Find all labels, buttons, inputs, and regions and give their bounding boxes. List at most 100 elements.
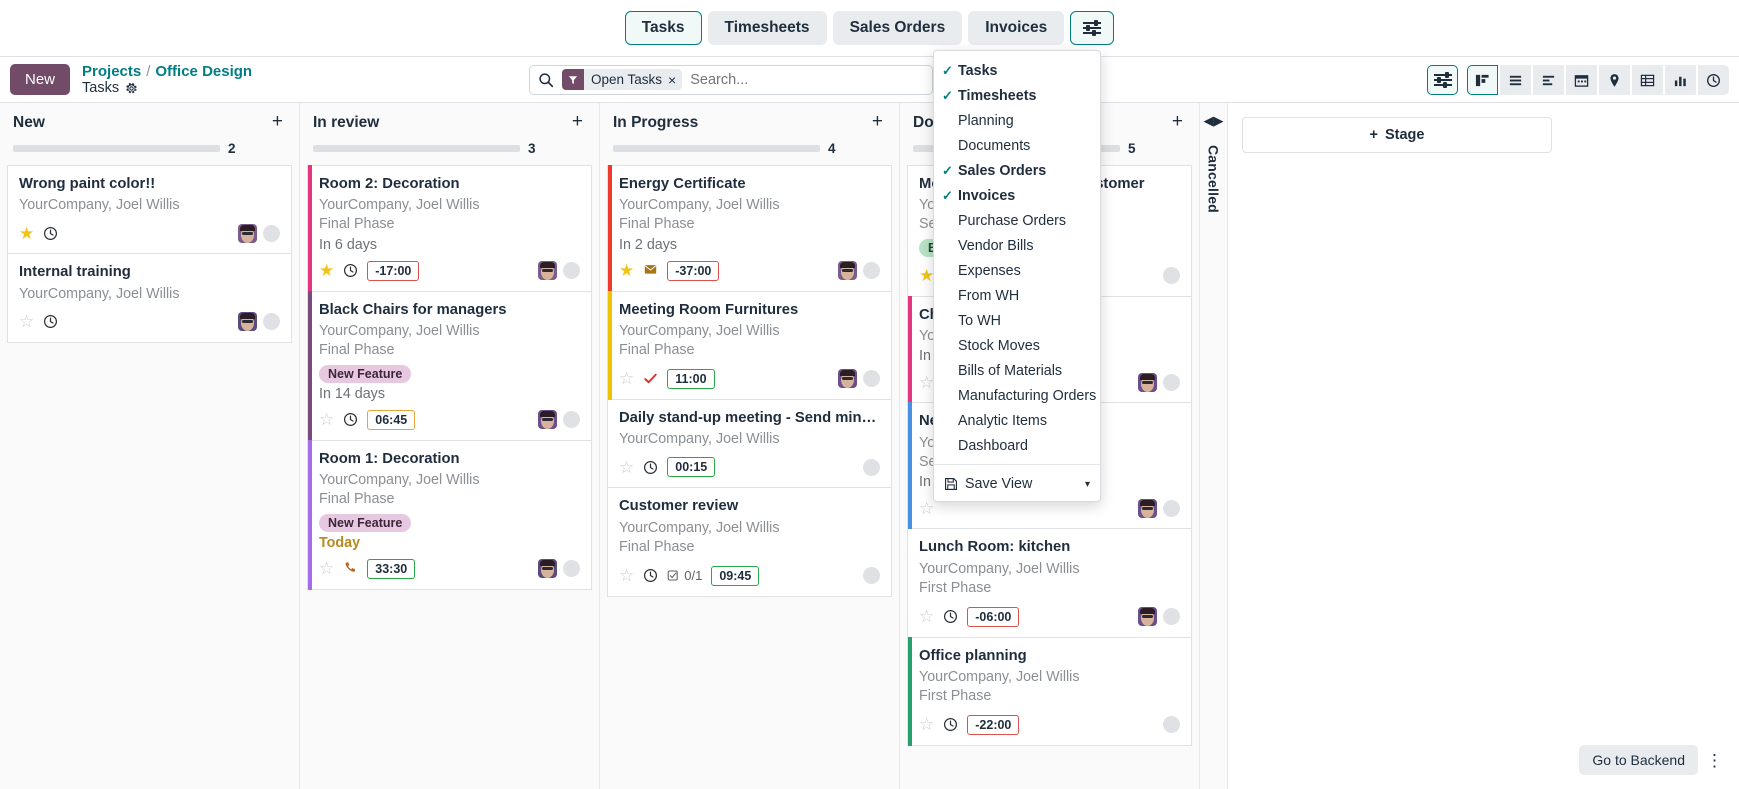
clock-icon[interactable] (943, 609, 958, 624)
avatar[interactable] (538, 559, 557, 578)
breadcrumb-projects-link[interactable]: Projects (82, 63, 141, 80)
unfold-icon[interactable]: ◀▶ (1204, 113, 1224, 129)
avatar[interactable] (1138, 499, 1157, 518)
clock-icon[interactable] (43, 314, 58, 329)
dropdown-item-vendor-bills[interactable]: Vendor Bills (934, 233, 1100, 258)
clock-icon[interactable] (643, 568, 658, 583)
view-pivot-button[interactable] (1632, 65, 1663, 95)
activity-status-icon[interactable] (1163, 500, 1180, 517)
dropdown-item-documents[interactable]: Documents (934, 133, 1100, 158)
activity-status-icon[interactable] (863, 459, 880, 476)
add-card-button[interactable]: + (572, 112, 583, 131)
clock-icon[interactable] (343, 263, 358, 278)
add-stage-button[interactable]: + Stage (1242, 117, 1552, 153)
activity-status-icon[interactable] (563, 262, 580, 279)
breadcrumb-current[interactable]: Office Design (155, 63, 252, 80)
avatar[interactable] (238, 224, 257, 243)
time-chip[interactable]: 09:45 (711, 566, 759, 586)
clock-icon[interactable] (643, 460, 658, 475)
time-chip[interactable]: -22:00 (967, 715, 1019, 735)
star-icon[interactable]: ★ (619, 262, 634, 279)
avatar[interactable] (838, 369, 857, 388)
avatar[interactable] (1138, 607, 1157, 626)
time-chip[interactable]: 11:00 (667, 369, 714, 389)
dropdown-item-stock-moves[interactable]: Stock Moves (934, 333, 1100, 358)
clock-icon[interactable] (943, 717, 958, 732)
dropdown-item-manufacturing-orders[interactable]: Manufacturing Orders (934, 383, 1100, 408)
view-calendar-button[interactable] (1566, 65, 1597, 95)
kanban-card[interactable]: Black Chairs for managers YourCompany, J… (307, 292, 592, 441)
kanban-card[interactable]: Office planning YourCompany, Joel Willis… (907, 638, 1192, 746)
star-icon[interactable]: ☆ (919, 500, 934, 517)
activity-status-icon[interactable] (1163, 608, 1180, 625)
close-icon[interactable]: × (667, 72, 682, 88)
dropdown-item-analytic-items[interactable]: Analytic Items (934, 408, 1100, 433)
activity-status-icon[interactable] (563, 411, 580, 428)
view-map-button[interactable] (1599, 65, 1630, 95)
dropdown-item-expenses[interactable]: Expenses (934, 258, 1100, 283)
time-chip[interactable]: -06:00 (967, 607, 1019, 627)
view-timeline-button[interactable] (1533, 65, 1564, 95)
kanban-card[interactable]: Customer review YourCompany, Joel Willis… (607, 488, 892, 596)
activity-status-icon[interactable] (1163, 267, 1180, 284)
search-input[interactable] (690, 72, 924, 88)
kanban-card[interactable]: Daily stand-up meeting - Send minutes Yo… (607, 400, 892, 489)
time-chip[interactable]: 06:45 (367, 410, 415, 430)
star-icon[interactable]: ☆ (919, 608, 934, 625)
star-icon[interactable]: ★ (19, 225, 34, 242)
avatar[interactable] (538, 261, 557, 280)
time-chip[interactable]: -37:00 (667, 261, 719, 281)
activity-status-icon[interactable] (563, 560, 580, 577)
avatar[interactable] (538, 410, 557, 429)
dropdown-item-to-wh[interactable]: To WH (934, 308, 1100, 333)
activity-status-icon[interactable] (1163, 374, 1180, 391)
kanban-card[interactable]: Energy Certificate YourCompany, Joel Wil… (607, 165, 892, 292)
time-chip[interactable]: 33:30 (367, 559, 415, 579)
progress-bar[interactable] (13, 145, 220, 152)
envelope-icon[interactable] (643, 263, 658, 278)
dropdown-item-invoices[interactable]: ✓ Invoices (934, 183, 1100, 208)
progress-bar[interactable] (313, 145, 520, 152)
dropdown-item-tasks[interactable]: ✓ Tasks (934, 58, 1100, 83)
dropdown-item-dashboard[interactable]: Dashboard (934, 433, 1100, 458)
search-facet-open-tasks[interactable]: Open Tasks × (562, 69, 682, 90)
tab-sales-orders[interactable]: Sales Orders (833, 11, 963, 46)
card-tag[interactable]: New Feature (319, 365, 411, 383)
star-icon[interactable]: ☆ (919, 374, 934, 391)
star-icon[interactable]: ☆ (919, 716, 934, 733)
dropdown-item-purchase-orders[interactable]: Purchase Orders (934, 208, 1100, 233)
dropdown-item-bills-of-materials[interactable]: Bills of Materials (934, 358, 1100, 383)
star-icon[interactable]: ☆ (319, 411, 334, 428)
add-card-button[interactable]: + (272, 112, 283, 131)
star-icon[interactable]: ☆ (619, 459, 634, 476)
avatar[interactable] (238, 312, 257, 331)
go-to-backend-button[interactable]: Go to Backend (1579, 745, 1698, 775)
clock-icon[interactable] (43, 226, 58, 241)
activity-status-icon[interactable] (863, 262, 880, 279)
activity-status-icon[interactable] (263, 225, 280, 242)
save-view-button[interactable]: Save View ▾ (934, 471, 1100, 501)
view-graph-button[interactable] (1665, 65, 1696, 95)
tab-tasks[interactable]: Tasks (625, 11, 702, 46)
view-activity-button[interactable] (1698, 65, 1729, 95)
subtask-counter[interactable]: 0/1 (667, 568, 702, 583)
card-tag[interactable]: New Feature (319, 514, 411, 532)
activity-status-icon[interactable] (263, 313, 280, 330)
kebab-menu-icon[interactable]: ⋮ (1706, 752, 1723, 769)
kanban-card[interactable]: Wrong paint color!! YourCompany, Joel Wi… (7, 165, 292, 255)
star-icon[interactable]: ☆ (319, 560, 334, 577)
kanban-card[interactable]: Meeting Room Furnitures YourCompany, Joe… (607, 292, 892, 400)
check-icon[interactable] (643, 371, 658, 386)
kanban-column-cancelled-folded[interactable]: ◀▶ Cancelled (1200, 103, 1228, 789)
star-icon[interactable]: ★ (919, 267, 934, 284)
kanban-card[interactable]: Room 1: Decoration YourCompany, Joel Wil… (307, 441, 592, 590)
add-card-button[interactable]: + (872, 112, 883, 131)
phone-icon[interactable] (343, 561, 358, 576)
view-kanban-button[interactable] (1467, 65, 1498, 95)
progress-bar[interactable] (613, 145, 820, 152)
kanban-card[interactable]: Lunch Room: kitchen YourCompany, Joel Wi… (907, 529, 1192, 637)
clock-icon[interactable] (343, 412, 358, 427)
dropdown-item-sales-orders[interactable]: ✓ Sales Orders (934, 158, 1100, 183)
star-icon[interactable]: ☆ (19, 313, 34, 330)
view-settings-button[interactable] (1070, 11, 1114, 46)
